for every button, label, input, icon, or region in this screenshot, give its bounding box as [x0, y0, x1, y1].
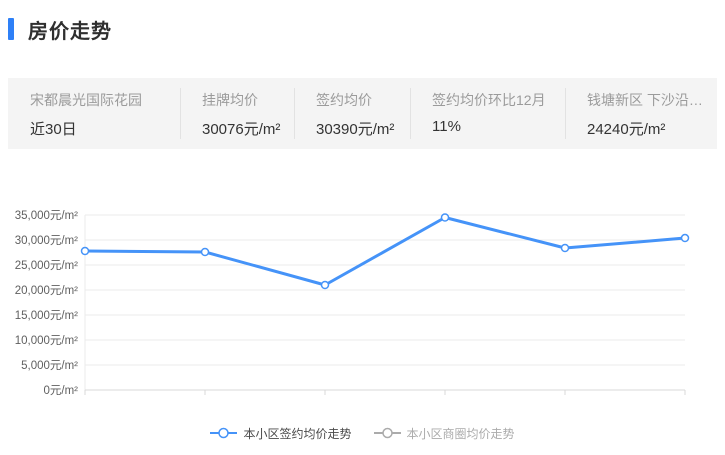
- svg-text:30,000元/m²: 30,000元/m²: [15, 235, 78, 247]
- stat-card-contract-price: 签约均价 30390元/m²: [294, 78, 410, 149]
- page-title: 房价走势: [28, 15, 112, 44]
- legend-label: 本小区签约均价走势: [243, 425, 351, 442]
- svg-text:20,000元/m²: 20,000元/m²: [15, 285, 78, 297]
- svg-text:25,000元/m²: 25,000元/m²: [15, 260, 78, 272]
- line-series-icon: [374, 427, 401, 439]
- chart-canvas: 0元/m² 5,000元/m² 10,000元/m² 15,000元/m² 20,000…: [0, 180, 725, 415]
- chart-legend: 本小区签约均价走势 本小区商圈均价走势: [0, 425, 725, 441]
- stat-label: 签约均价: [316, 90, 404, 110]
- stat-value: 24240元/m²: [587, 118, 711, 139]
- stat-label: 钱塘新区 下沙沿江…: [587, 90, 711, 110]
- svg-text:15,000元/m²: 15,000元/m²: [15, 310, 78, 322]
- stat-card-listing-price: 挂牌均价 30076元/m²: [180, 78, 294, 149]
- legend-item-district-series[interactable]: 本小区商圈均价走势: [374, 425, 515, 442]
- stat-label: 宋都晨光国际花园: [30, 90, 174, 110]
- page-header: 房价走势: [8, 14, 717, 44]
- line-series-icon: [210, 427, 237, 439]
- title-accent-bar: [8, 18, 14, 40]
- legend-label: 本小区商圈均价走势: [407, 425, 515, 442]
- stat-card-district-price: 钱塘新区 下沙沿江… 24240元/m²: [565, 78, 717, 149]
- svg-text:10,000元/m²: 10,000元/m²: [15, 335, 78, 347]
- stat-value: 11%: [432, 118, 559, 135]
- stat-value: 近30日: [30, 118, 174, 139]
- svg-text:0元/m²: 0元/m²: [44, 385, 79, 397]
- svg-text:35,000元/m²: 35,000元/m²: [15, 210, 78, 222]
- legend-item-contract-series[interactable]: 本小区签约均价走势: [210, 425, 351, 442]
- stat-label: 签约均价环比12月: [432, 90, 559, 110]
- stat-value: 30390元/m²: [316, 118, 404, 139]
- stat-value: 30076元/m²: [202, 118, 288, 139]
- stat-card-mom-change: 签约均价环比12月 11%: [410, 78, 565, 149]
- price-trend-chart: 0元/m² 5,000元/m² 10,000元/m² 15,000元/m² 20,000…: [0, 180, 725, 415]
- stat-card-community: 宋都晨光国际花园 近30日: [8, 78, 180, 149]
- svg-text:5,000元/m²: 5,000元/m²: [21, 360, 78, 372]
- stat-label: 挂牌均价: [202, 90, 288, 110]
- stats-strip: 宋都晨光国际花园 近30日 挂牌均价 30076元/m² 签约均价 30390元…: [8, 78, 717, 149]
